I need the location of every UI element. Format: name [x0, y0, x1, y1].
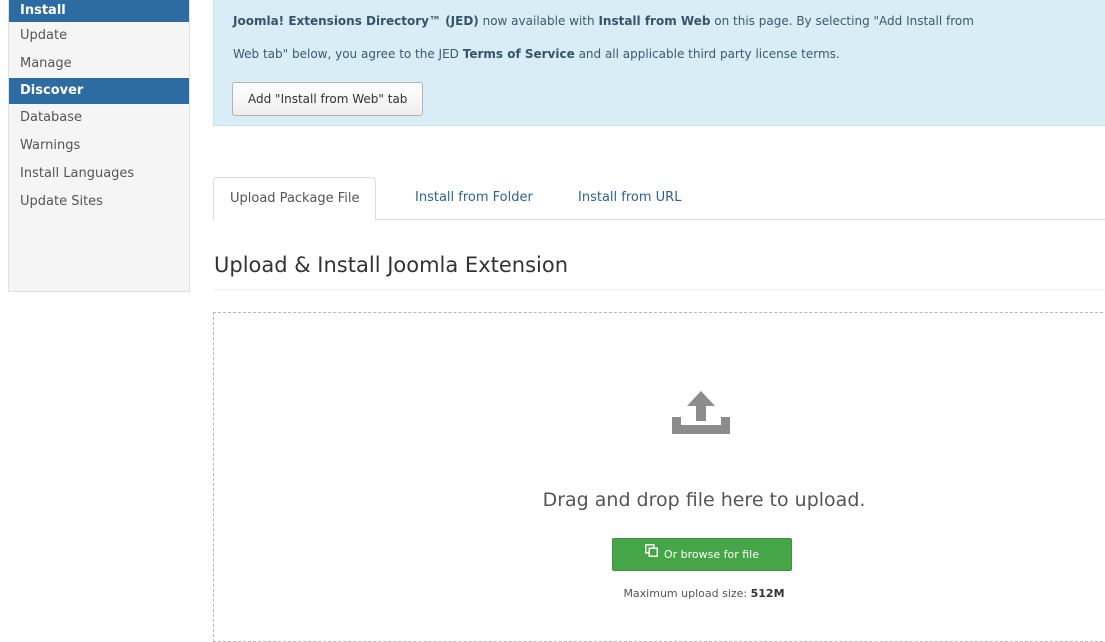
- tab-install-from-url[interactable]: Install from URL: [562, 177, 697, 220]
- add-install-from-web-button[interactable]: Add "Install from Web" tab: [232, 82, 424, 116]
- sidebar-item-install-languages[interactable]: Install Languages: [9, 160, 189, 188]
- install-from-web-text: Install from Web: [598, 14, 711, 28]
- jed-name: Joomla! Extensions Directory™ (JED): [233, 14, 479, 28]
- copy-icon: [644, 538, 658, 569]
- max-size-label: Maximum upload size:: [623, 587, 751, 600]
- drop-instructions: Drag and drop file here to upload.: [542, 489, 866, 511]
- alert-text-part: now available with: [478, 14, 599, 28]
- browse-for-file-button[interactable]: Or browse for file: [612, 538, 792, 571]
- upload-icon: [671, 391, 731, 439]
- page-title: Upload & Install Joomla Extension: [214, 253, 569, 277]
- alert-text-part: and all applicable third party license t…: [574, 47, 840, 61]
- sidebar-item-database[interactable]: Database: [9, 104, 189, 132]
- alert-text-part: Web tab" below, you agree to the JED: [233, 47, 463, 61]
- max-upload-size: Maximum upload size: 512M: [214, 587, 1105, 600]
- sidebar-item-install[interactable]: Install: [9, 0, 189, 22]
- browse-button-label: Or browse for file: [663, 548, 760, 561]
- tab-install-from-folder[interactable]: Install from Folder: [399, 177, 549, 220]
- alert-text-line-2: Web tab" below, you agree to the JED Ter…: [233, 47, 840, 61]
- alert-text-part: on this page. By selecting "Add Install …: [710, 14, 974, 28]
- max-size-value: 512M: [750, 587, 785, 600]
- jed-alert-banner: Joomla! Extensions Directory™ (JED) now …: [213, 0, 1105, 126]
- title-divider: [213, 289, 1105, 290]
- install-tabs: Upload Package File Install from Folder …: [213, 177, 1105, 221]
- sidebar-item-manage[interactable]: Manage: [9, 50, 189, 78]
- tab-upload-package-file[interactable]: Upload Package File: [213, 177, 377, 221]
- upload-dropzone[interactable]: Drag and drop file here to upload. Or br…: [213, 312, 1105, 642]
- sidebar: Install Update Manage Discover Database …: [8, 0, 190, 292]
- sidebar-item-update[interactable]: Update: [9, 22, 189, 50]
- sidebar-item-update-sites[interactable]: Update Sites: [9, 188, 189, 216]
- sidebar-item-warnings[interactable]: Warnings: [9, 132, 189, 160]
- alert-text-line-1: Joomla! Extensions Directory™ (JED) now …: [233, 14, 974, 28]
- sidebar-item-discover[interactable]: Discover: [9, 78, 189, 104]
- terms-of-service-text: Terms of Service: [462, 47, 575, 61]
